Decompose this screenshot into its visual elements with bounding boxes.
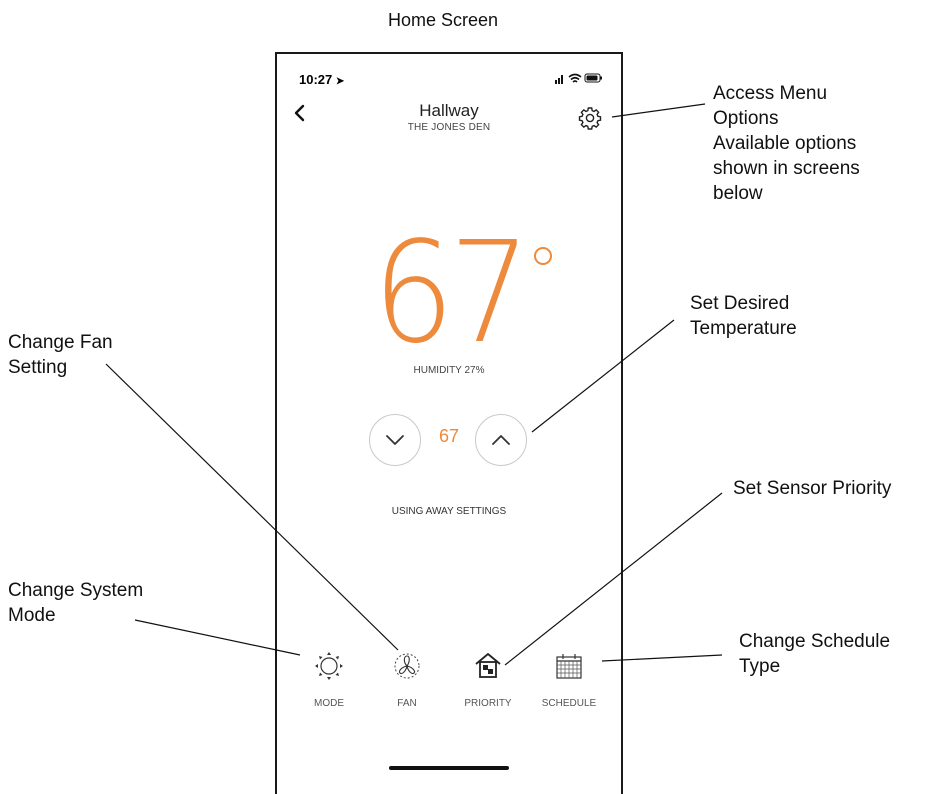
schedule-leader-line [601,654,723,662]
menu-leader-line [611,103,706,118]
sensor-callout: Set Sensor Priority [733,478,892,499]
temperature-leader-line [531,319,675,433]
fan-callout: Change Fan Setting [8,332,113,378]
menu-callout: Access Menu Options Available options sh… [713,83,860,204]
schedule-callout: Change Schedule Type [739,631,891,677]
mode-leader-line [134,619,301,656]
sensor-leader-line [504,492,723,666]
fan-leader-line [105,363,399,651]
temperature-callout: Set Desired Temperature [690,293,797,339]
mode-callout: Change System Mode [8,580,144,626]
